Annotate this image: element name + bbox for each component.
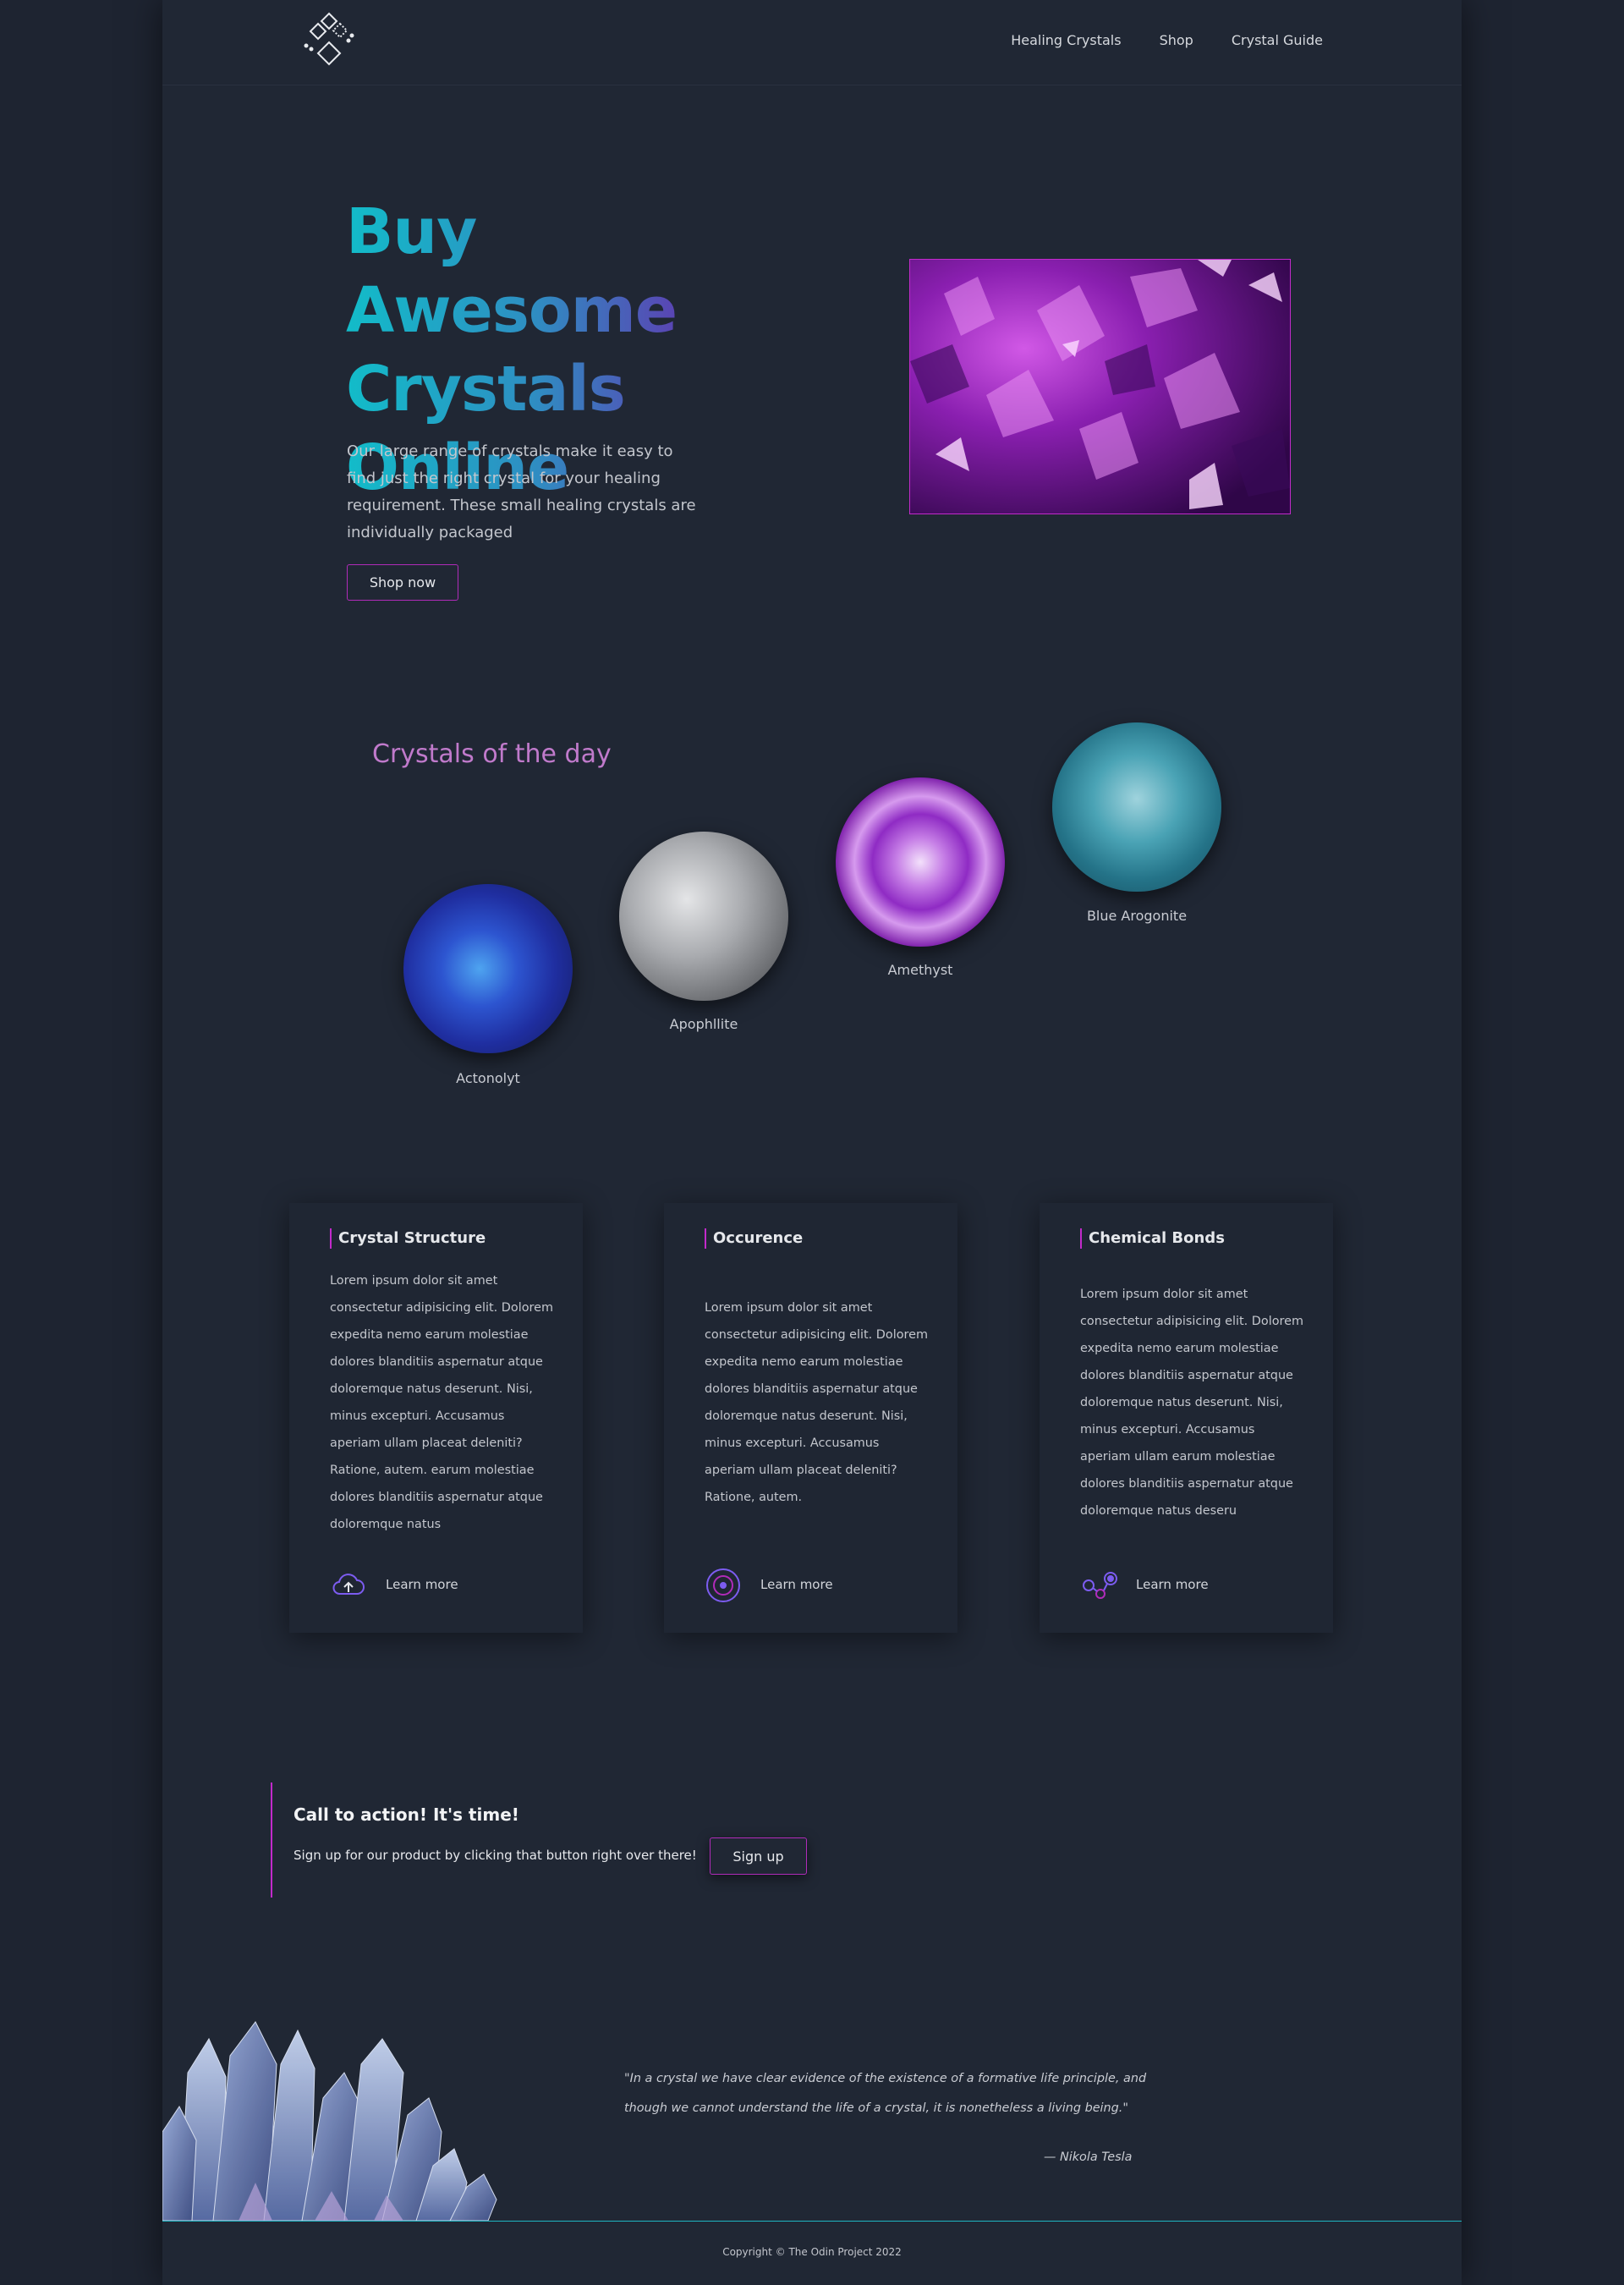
cta-text: Sign up for our product by clicking that… (294, 1848, 697, 1863)
card-body: Lorem ipsum dolor sit amet consectetur a… (1080, 1288, 1303, 1518)
learn-more-link[interactable]: Learn more (760, 1577, 833, 1592)
card-title: Occurence (705, 1228, 803, 1249)
crystal-label: Actonolyt (456, 1070, 520, 1086)
crystals-of-day-title: Crystals of the day (372, 739, 612, 769)
amethyst-hero-image (909, 259, 1291, 514)
card-title: Crystal Structure (330, 1228, 486, 1249)
card-occurence: Occurence Lorem ipsum dolor sit amet con… (664, 1203, 957, 1633)
main-nav: Healing Crystals Shop Crystal Guide (1011, 32, 1323, 48)
cta-title: Call to action! It's time! (294, 1804, 519, 1825)
card-crystal-structure: Crystal Structure Lorem ipsum dolor sit … (289, 1203, 583, 1633)
footer-divider (162, 2221, 1462, 2222)
quote-author: — Nikola Tesla (1044, 2150, 1133, 2164)
crystal-label: Blue Arogonite (1086, 908, 1188, 924)
learn-more-link[interactable]: Learn more (386, 1577, 458, 1592)
sign-up-button[interactable]: Sign up (710, 1837, 807, 1875)
crystal-logo-icon[interactable] (299, 10, 359, 71)
hero-title-line: Crystals (346, 353, 625, 426)
learn-more-link[interactable]: Learn more (1136, 1577, 1209, 1592)
target-icon (705, 1567, 742, 1604)
card-body: Lorem ipsum dolor sit amet consectetur a… (330, 1274, 553, 1531)
crystal-image-actonolyt[interactable] (403, 884, 573, 1053)
crystal-label: Amethyst (887, 962, 953, 978)
hero-title-line: Buy Awesome (346, 195, 678, 347)
crystal-image-amethyst[interactable] (836, 777, 1005, 947)
call-to-action: Call to action! It's time! Sign up for o… (271, 1782, 822, 1898)
nav-item-crystal-guide[interactable]: Crystal Guide (1232, 32, 1323, 48)
hero-description: Our large range of crystals make it easy… (347, 442, 696, 541)
nav-item-shop[interactable]: Shop (1160, 32, 1193, 48)
tesla-quote: "In a crystal we have clear evidence of … (624, 2072, 1147, 2115)
molecule-icon (1080, 1567, 1117, 1604)
quartz-cluster-image (162, 2005, 543, 2222)
nav-item-healing-crystals[interactable]: Healing Crystals (1011, 32, 1121, 48)
crystal-image-apophllite[interactable] (619, 832, 788, 1001)
shop-now-button[interactable]: Shop now (347, 564, 458, 601)
crystal-image-blue-arogonite[interactable] (1052, 722, 1221, 892)
card-title: Chemical Bonds (1080, 1228, 1225, 1249)
page: Healing Crystals Shop Crystal Guide Buy … (162, 0, 1462, 2285)
card-chemical-bonds: Chemical Bonds Lorem ipsum dolor sit ame… (1040, 1203, 1333, 1633)
cloud-upload-icon (330, 1567, 367, 1604)
footer-copyright: Copyright © The Odin Project 2022 (722, 2246, 902, 2258)
site-header: Healing Crystals Shop Crystal Guide (162, 0, 1462, 85)
card-body: Lorem ipsum dolor sit amet consectetur a… (705, 1301, 928, 1504)
crystal-label: Apophllite (669, 1016, 738, 1032)
